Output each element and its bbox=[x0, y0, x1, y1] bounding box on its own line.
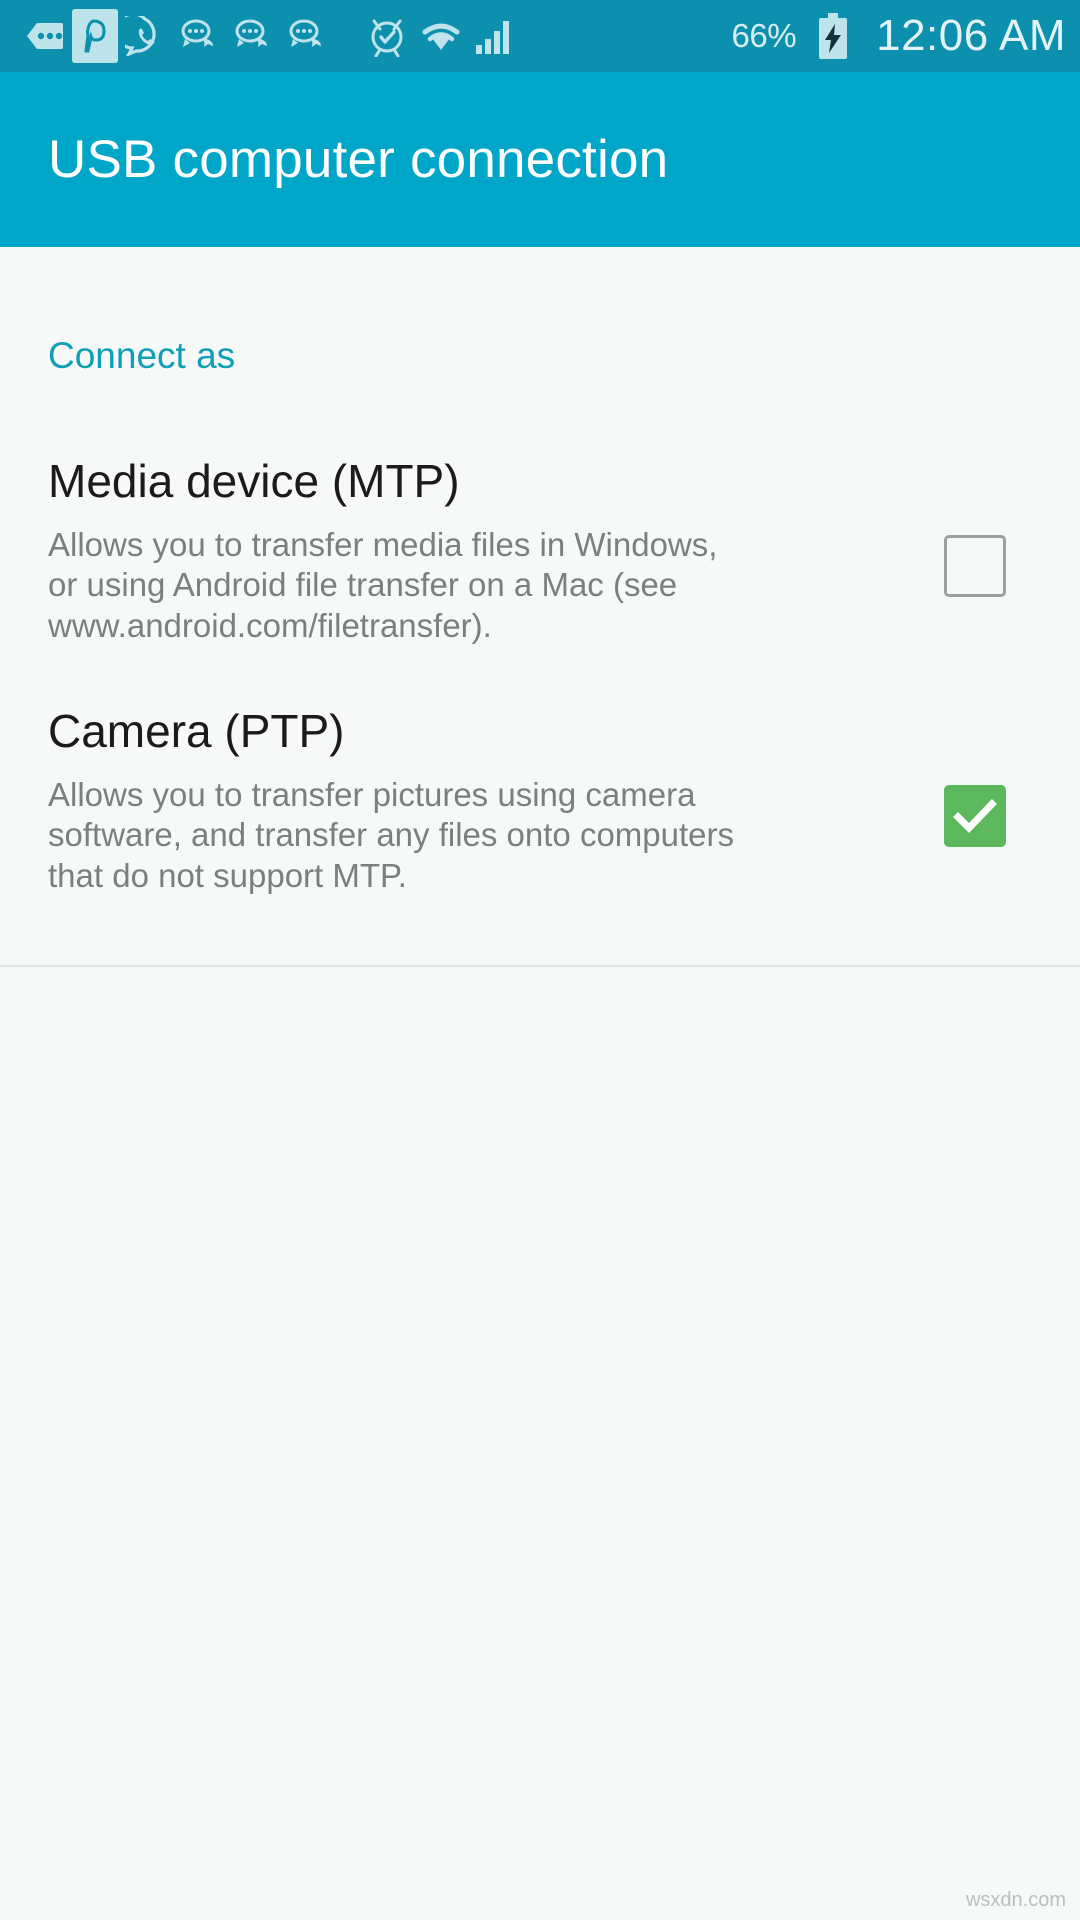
checkbox-wrap-camera-ptp[interactable] bbox=[910, 703, 1040, 847]
status-bar-clock: 12:06 AM bbox=[876, 11, 1066, 60]
checkbox-camera-ptp[interactable] bbox=[944, 785, 1006, 847]
action-bar: USB computer connection bbox=[0, 72, 1080, 247]
option-row-camera-ptp[interactable]: Camera (PTP) Allows you to transfer pict… bbox=[0, 689, 1080, 939]
settings-content: Connect as Media device (MTP) Allows you… bbox=[0, 247, 1080, 1920]
option-title-camera-ptp: Camera (PTP) bbox=[48, 705, 345, 757]
pinterest-icon bbox=[72, 9, 118, 63]
battery-charging-icon bbox=[806, 12, 860, 60]
list-divider bbox=[0, 965, 1080, 967]
messages-more-icon bbox=[18, 12, 72, 60]
checkbox-wrap-media-device-mtp[interactable] bbox=[910, 453, 1040, 597]
alarm-clock-icon bbox=[360, 12, 414, 60]
cellular-signal-icon bbox=[468, 12, 522, 60]
message-bubble-icon-1 bbox=[172, 12, 226, 60]
battery-percent-label: 66% bbox=[731, 17, 797, 54]
option-row-media-device-mtp[interactable]: Media device (MTP) Allows you to transfe… bbox=[0, 439, 1080, 689]
option-text-camera-ptp: Camera (PTP) Allows you to transfer pict… bbox=[48, 703, 910, 896]
section-header-connect-as: Connect as bbox=[48, 335, 236, 376]
connect-as-option-list: Media device (MTP) Allows you to transfe… bbox=[0, 439, 1080, 967]
checkmark-icon bbox=[953, 799, 997, 834]
status-bar: 66% 12:06 AM bbox=[0, 0, 1080, 72]
message-bubble-icon-3 bbox=[280, 12, 334, 60]
page-title: USB computer connection bbox=[48, 130, 669, 189]
option-description-media-device-mtp: Allows you to transfer media files in Wi… bbox=[48, 525, 718, 644]
checkbox-media-device-mtp[interactable] bbox=[944, 535, 1006, 597]
status-bar-right-group: 66% 12:06 AM bbox=[732, 11, 1066, 61]
wifi-icon bbox=[414, 12, 468, 60]
watermark-label: wsxdn.com bbox=[965, 1889, 1066, 1911]
option-title-media-device-mtp: Media device (MTP) bbox=[48, 455, 460, 507]
option-text-media-device-mtp: Media device (MTP) Allows you to transfe… bbox=[48, 453, 910, 646]
message-bubble-icon-2 bbox=[226, 12, 280, 60]
whatsapp-icon bbox=[118, 12, 172, 60]
option-description-camera-ptp: Allows you to transfer pictures using ca… bbox=[48, 775, 735, 894]
status-bar-notification-icons bbox=[18, 9, 732, 63]
